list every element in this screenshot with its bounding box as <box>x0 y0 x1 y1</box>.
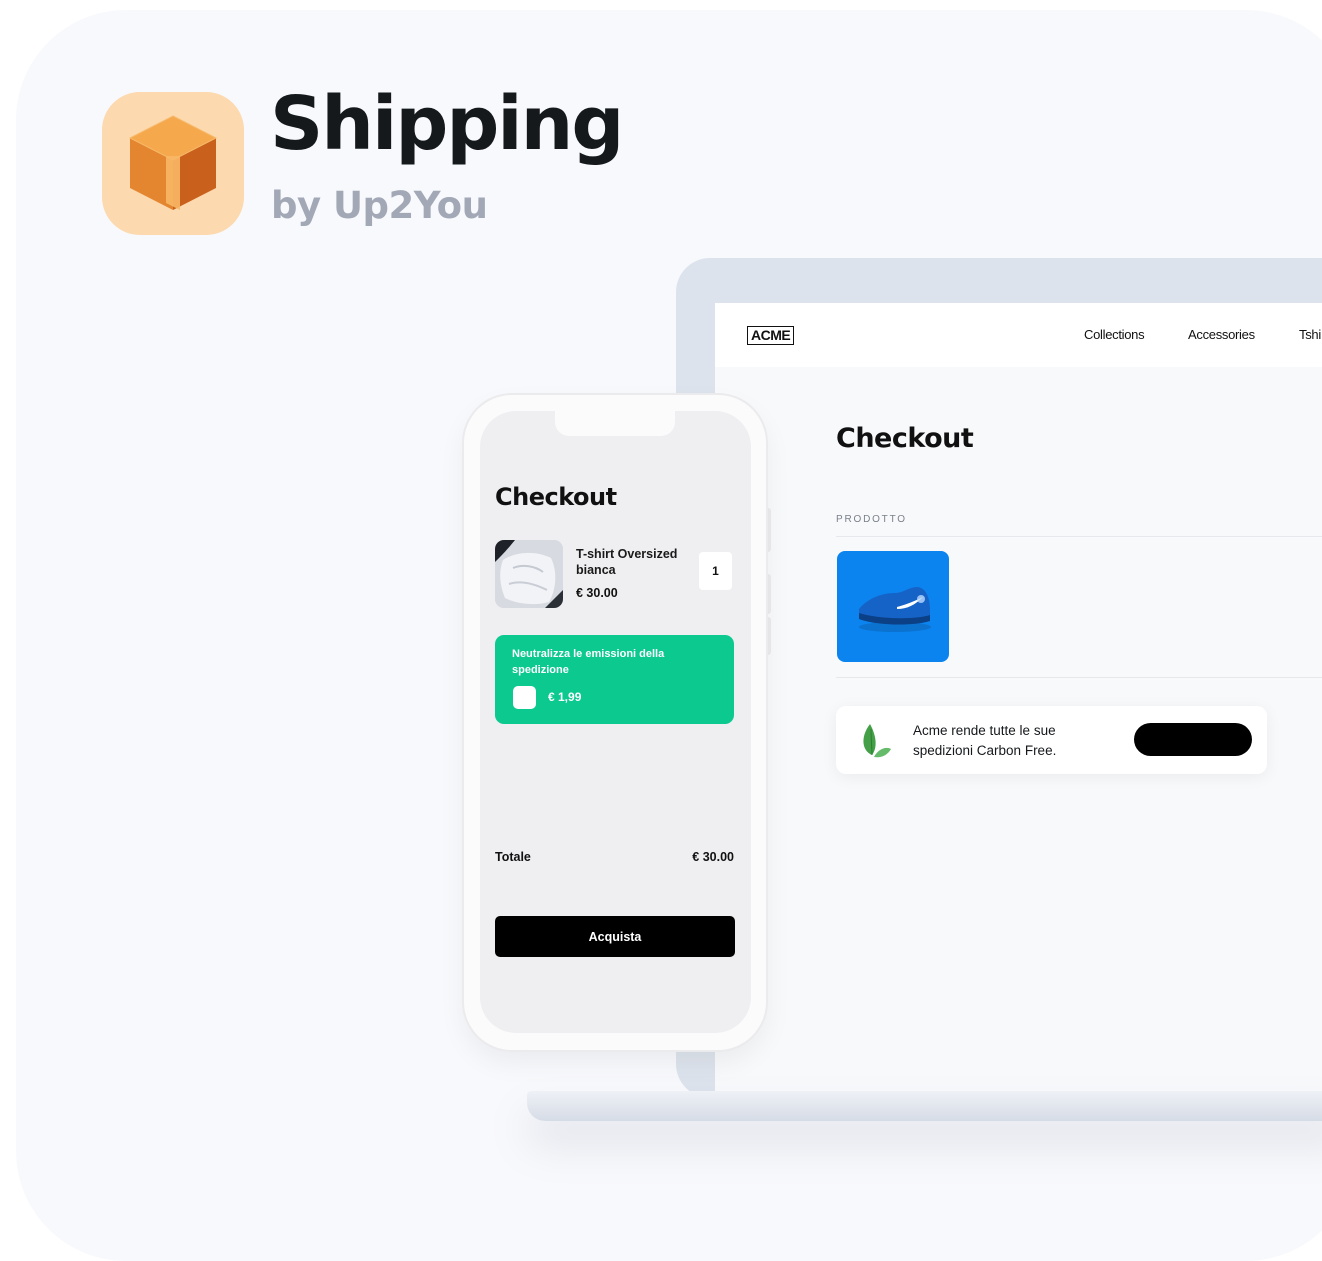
nav-link-collections[interactable]: Collections <box>1084 327 1145 342</box>
nav-link-tshirts[interactable]: Tshi <box>1299 327 1321 342</box>
sneaker-graphic <box>859 587 931 632</box>
app-title: Shipping <box>270 81 624 167</box>
tshirt-graphic <box>495 540 563 608</box>
mobile-checkout-page: Checkout T-shirt Oversized bianca € 30.0… <box>480 411 751 1033</box>
mobile-checkout-heading: Checkout <box>495 483 617 511</box>
nav-link-accessories[interactable]: Accessories <box>1188 327 1255 342</box>
white-tshirt-image[interactable] <box>495 540 563 608</box>
item-name: T-shirt Oversized bianca <box>576 547 678 577</box>
site-navbar: ACME Collections Accessories Tshi <box>715 303 1322 367</box>
phone-mockup: Checkout T-shirt Oversized bianca € 30.0… <box>464 395 766 1050</box>
phone-volume-up <box>766 574 771 614</box>
blue-sneaker-image[interactable] <box>837 551 949 662</box>
phone-side-button <box>766 508 771 552</box>
desktop-checkout-heading: Checkout <box>836 423 974 454</box>
phone-volume-down <box>766 617 771 655</box>
carbon-free-toggle[interactable] <box>1134 723 1252 756</box>
quantity-field[interactable]: 1 <box>699 552 732 590</box>
offset-emissions-price: € 1,99 <box>548 690 582 704</box>
laptop-base <box>527 1091 1322 1121</box>
offset-emissions-card: Neutralizza le emissioni della spedizion… <box>495 635 734 724</box>
carbon-free-banner: Acme rende tutte le sue spedizioni Carbo… <box>836 706 1267 774</box>
product-divider <box>836 677 1322 678</box>
total-label: Totale <box>495 850 531 864</box>
carbon-free-text: Acme rende tutte le sue spedizioni Carbo… <box>913 723 1057 758</box>
product-column-header: PRODOTTO <box>836 514 907 525</box>
buy-button[interactable]: Acquista <box>495 916 735 957</box>
desktop-checkout-page: ACME Collections Accessories Tshi Checko… <box>715 303 1322 1091</box>
offset-emissions-checkbox[interactable] <box>513 686 536 709</box>
item-price: € 30.00 <box>576 586 618 600</box>
app-subtitle: by Up2You <box>271 184 488 227</box>
header-divider <box>836 536 1322 537</box>
leaf-icon <box>863 724 891 758</box>
total-value: € 30.00 <box>692 850 734 864</box>
acme-logo[interactable]: ACME <box>747 326 795 345</box>
phone-notch <box>555 411 675 436</box>
app-icon <box>102 92 244 235</box>
offset-emissions-text: Neutralizza le emissioni della spedizion… <box>512 648 665 676</box>
package-box-icon <box>128 115 218 210</box>
